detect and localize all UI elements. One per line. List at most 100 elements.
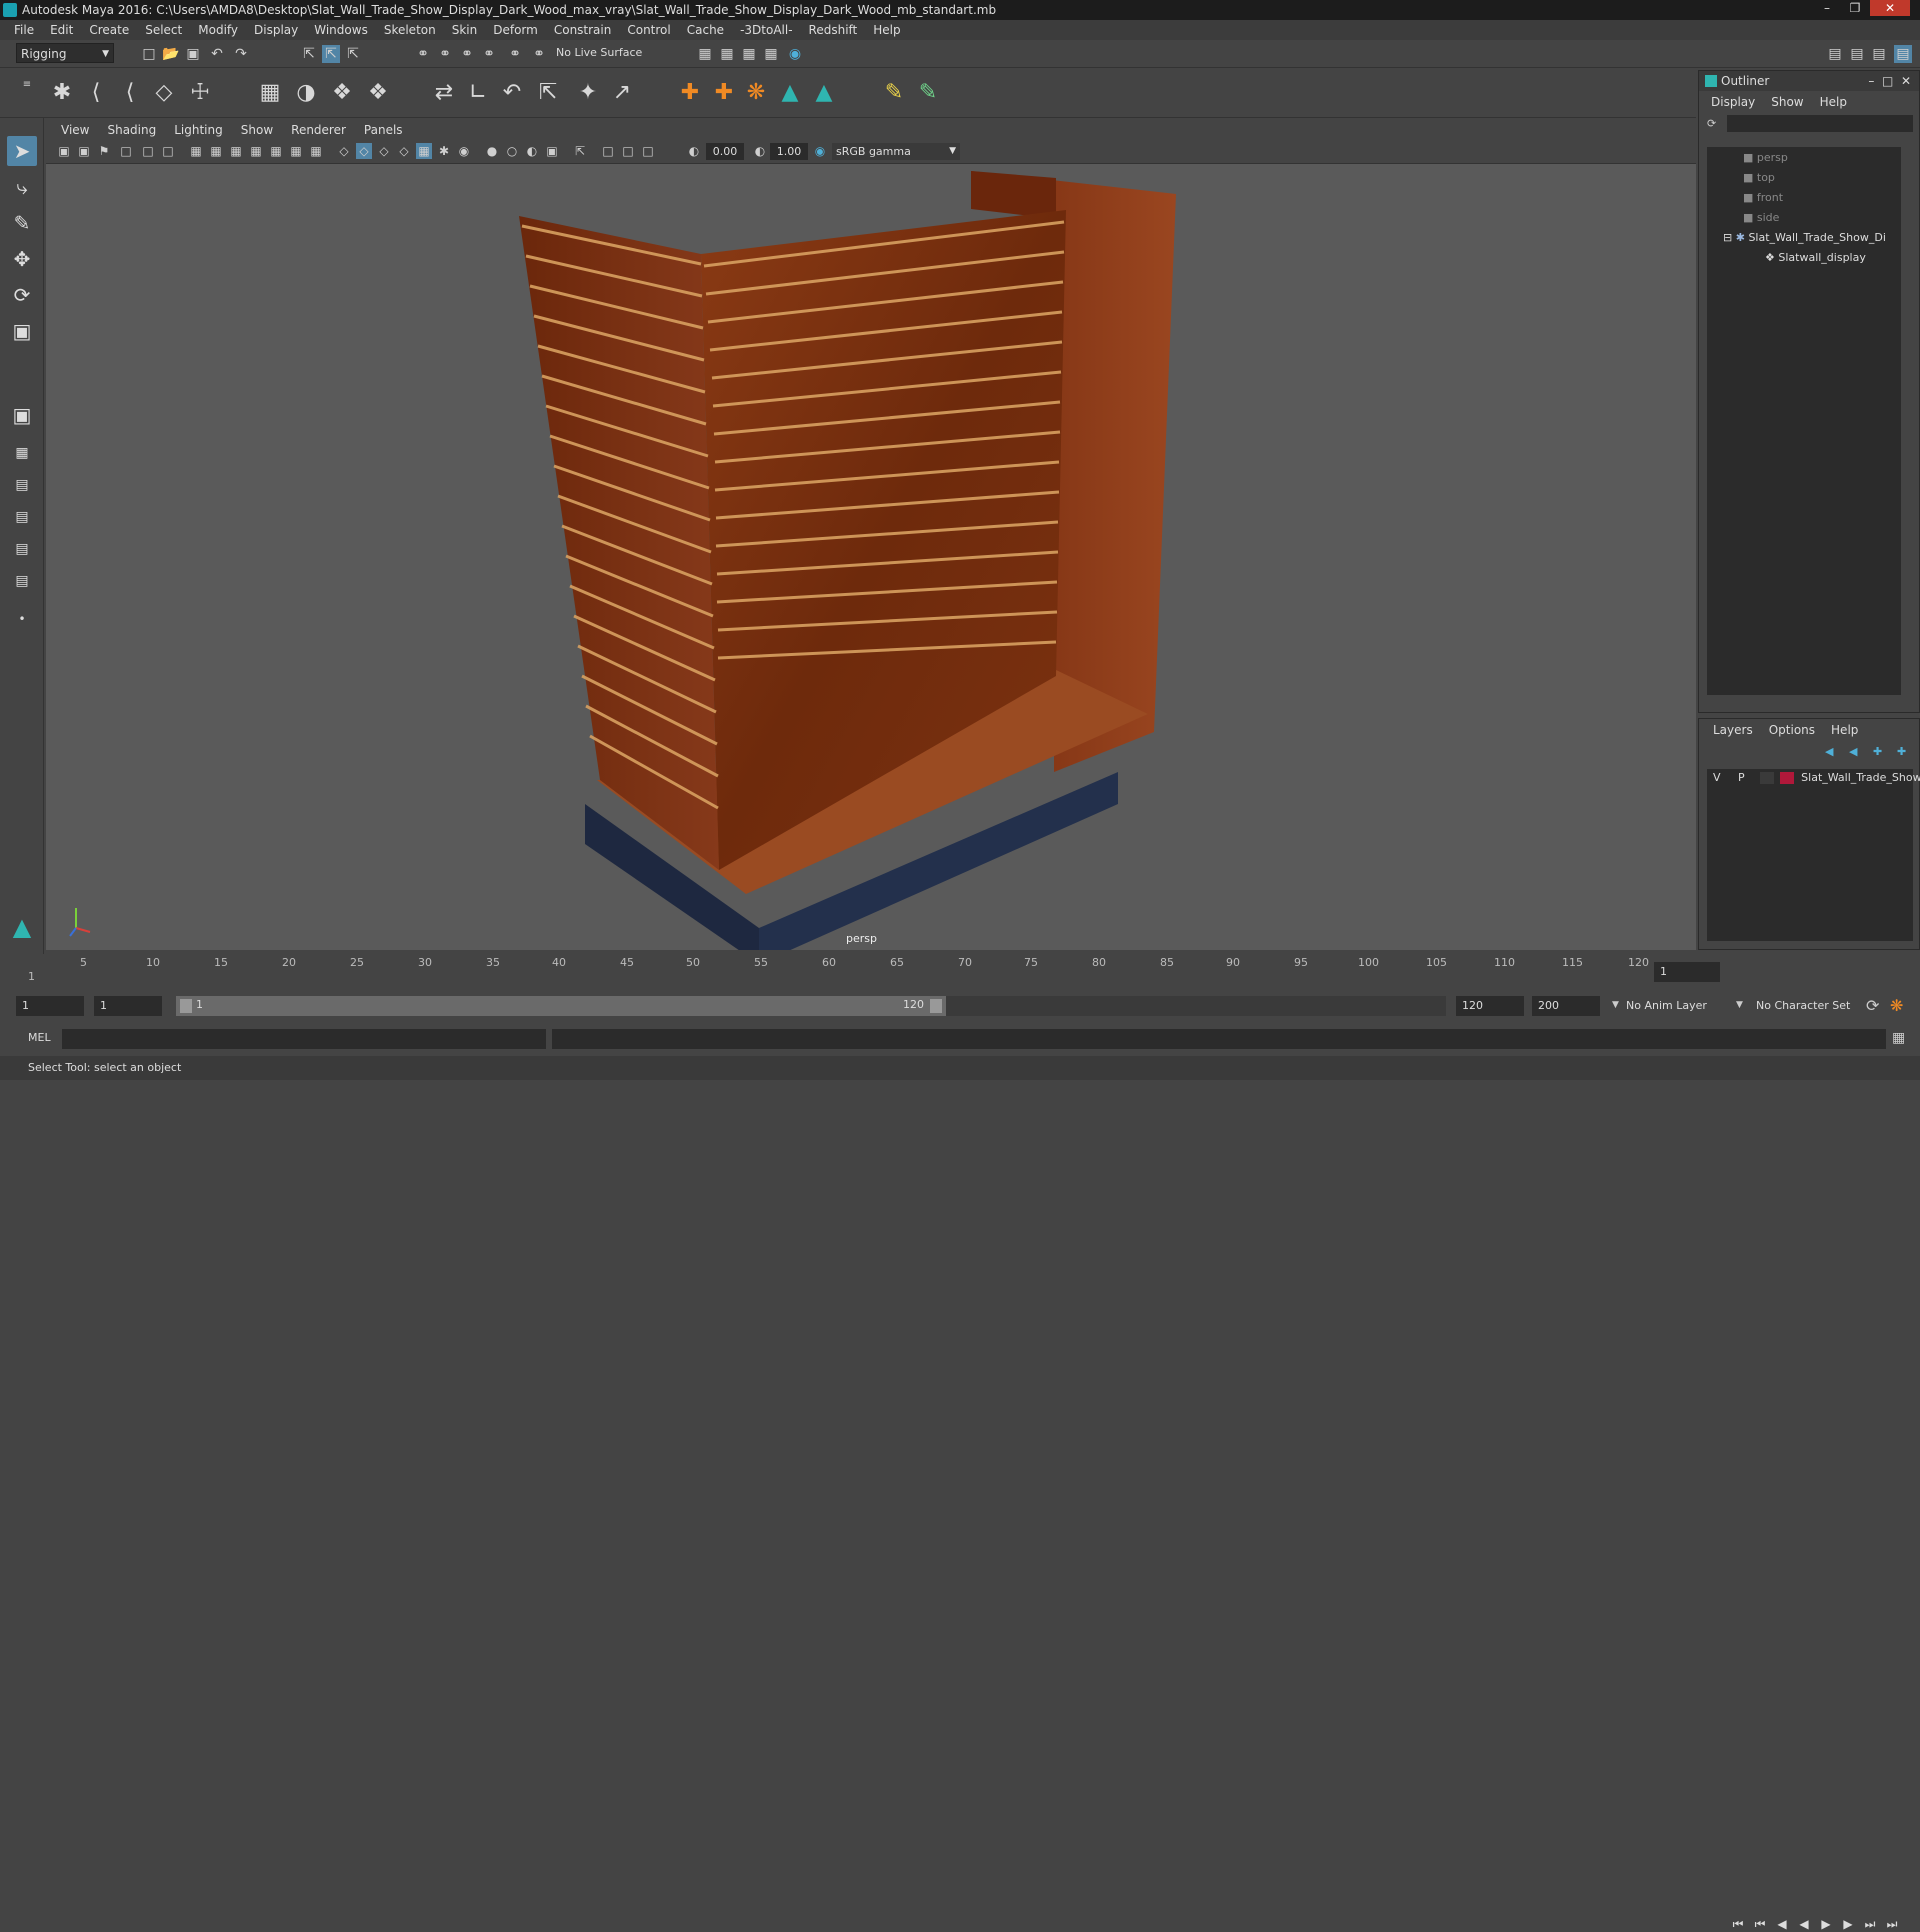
gamma-control-icon[interactable]: ◐ [752, 143, 768, 159]
modeling-toolkit-icon[interactable]: ▤ [1826, 45, 1844, 63]
time-slider[interactable]: 1 5 10 15 20 25 30 35 40 45 50 55 60 65 … [0, 954, 1920, 1931]
color-management-icon[interactable]: ◉ [812, 143, 828, 159]
two-view-icon[interactable]: ▤ [7, 470, 37, 500]
playback-end-field[interactable]: 120 [1456, 996, 1524, 1016]
step-forward-key-icon[interactable]: ⏭ [1862, 1916, 1878, 1932]
tool-settings-icon[interactable]: ▤ [1870, 45, 1888, 63]
xray-icon[interactable]: ◇ [356, 143, 372, 159]
auto-key-icon[interactable]: ⟳ [1866, 996, 1879, 1015]
snap-point-icon[interactable]: ⚭ [458, 45, 476, 63]
attribute-editor-icon[interactable]: ▤ [1848, 45, 1866, 63]
outliner-search-input[interactable] [1727, 115, 1913, 132]
outliner-menu-display[interactable]: Display [1711, 95, 1755, 109]
gate-mask-icon[interactable]: □ [160, 143, 176, 159]
menu-help[interactable]: Help [865, 20, 908, 40]
scale-tool-icon[interactable]: ▣ [7, 316, 37, 346]
resolution-gate-icon[interactable]: □ [140, 143, 156, 159]
layout-more-icon[interactable]: • [7, 604, 37, 634]
dof-icon[interactable]: ● [484, 143, 500, 159]
playback-start-field[interactable]: 1 [94, 996, 162, 1016]
menu-display[interactable]: Display [246, 20, 306, 40]
script-editor-icon[interactable]: ▦ [1892, 1030, 1905, 1046]
outliner-item-mesh[interactable]: ❖ Slatwall_display [1765, 249, 1866, 267]
vp-menu-show[interactable]: Show [232, 123, 282, 137]
snap-surface-icon[interactable]: ⚭ [506, 45, 524, 63]
outliner-item-side[interactable]: ■ side [1743, 209, 1779, 227]
menu-modify[interactable]: Modify [190, 20, 246, 40]
anim-prefs-icon[interactable]: ❋ [1890, 996, 1903, 1015]
backface-icon[interactable]: ◇ [396, 143, 412, 159]
outliner-menu-show[interactable]: Show [1771, 95, 1803, 109]
shadows-icon[interactable]: ▦ [308, 143, 324, 159]
menu-file[interactable]: File [6, 20, 42, 40]
wire-on-shaded-icon[interactable]: ▦ [248, 143, 264, 159]
paint-select-icon[interactable]: ✎ [7, 208, 37, 238]
menu-redshift[interactable]: Redshift [801, 20, 866, 40]
menu-edit[interactable]: Edit [42, 20, 81, 40]
outliner-tree[interactable]: ■ persp ■ top ■ front ■ side ⊟ ✱ Slat_Wa… [1707, 147, 1901, 695]
vp-menu-shading[interactable]: Shading [98, 123, 165, 137]
frame-selected-icon[interactable]: □ [620, 143, 636, 159]
range-start-handle[interactable] [180, 999, 192, 1013]
transparency-icon[interactable]: ▣ [544, 143, 560, 159]
persp-graph-icon[interactable]: ▤ [7, 534, 37, 564]
outliner-item-top[interactable]: ■ top [1743, 169, 1775, 187]
menu-deform[interactable]: Deform [485, 20, 546, 40]
vp-menu-view[interactable]: View [52, 123, 98, 137]
select-object-icon[interactable]: ⇱ [322, 45, 340, 63]
select-tool-icon[interactable]: ➤ [7, 136, 37, 166]
shelf-options-icon[interactable]: ≡ [18, 76, 36, 94]
persp-outliner-icon[interactable]: ▤ [7, 502, 37, 532]
wireframe-icon[interactable]: ▦ [208, 143, 224, 159]
hypershade-layout-icon[interactable]: ▤ [7, 566, 37, 596]
viewport-3d[interactable] [46, 164, 1696, 950]
ssao-icon[interactable]: ▦ [416, 143, 432, 159]
ik-fk-icon[interactable]: ✚ [710, 79, 738, 107]
snap-grid-icon[interactable]: ⚭ [414, 45, 432, 63]
menu-create[interactable]: Create [81, 20, 137, 40]
slatwall-display-model[interactable] [46, 164, 1696, 950]
insert-joint-icon[interactable]: ◇ [150, 79, 178, 107]
menu-windows[interactable]: Windows [306, 20, 376, 40]
start-time-field[interactable]: 1 [16, 996, 84, 1016]
redo-icon[interactable]: ↷ [232, 45, 250, 63]
render-view-icon[interactable]: ▦ [718, 45, 736, 63]
range-slider[interactable]: 1 120 [176, 996, 946, 1016]
single-view-icon[interactable]: ▣ [7, 400, 37, 430]
quick-rig-icon[interactable]: ✎ [914, 79, 942, 107]
hypershade-icon[interactable]: ◉ [786, 45, 804, 63]
cluster-icon[interactable]: ❖ [364, 79, 392, 107]
layer-ref-toggle[interactable] [1760, 772, 1775, 784]
menu-skin[interactable]: Skin [444, 20, 486, 40]
range-end-handle[interactable] [930, 999, 942, 1013]
exposure-field[interactable]: 0.00 [706, 143, 744, 160]
hik-character-icon[interactable]: ▲ [810, 79, 838, 107]
end-time-field[interactable]: 200 [1532, 996, 1600, 1016]
pole-vector-icon[interactable]: ↗ [608, 79, 636, 107]
layer-playback-toggle[interactable]: P [1738, 771, 1745, 784]
step-back-key-icon[interactable]: ⏮ [1752, 1916, 1768, 1932]
new-scene-icon[interactable]: □ [140, 45, 158, 63]
outliner-item-group[interactable]: ⊟ ✱ Slat_Wall_Trade_Show_Di [1723, 229, 1886, 247]
menuset-dropdown[interactable]: Rigging ▼ [16, 43, 114, 63]
xray-joints-icon[interactable]: ◇ [376, 143, 392, 159]
open-scene-icon[interactable]: 📂 [162, 45, 180, 63]
layer-visibility-toggle[interactable]: V [1713, 771, 1721, 784]
play-backward-icon[interactable]: ◀ [1796, 1916, 1812, 1932]
vp-menu-renderer[interactable]: Renderer [282, 123, 355, 137]
menu-constrain[interactable]: Constrain [546, 20, 620, 40]
move-tool-icon[interactable]: ✥ [7, 244, 37, 274]
layers-menu-layers[interactable]: Layers [1713, 723, 1753, 737]
orient-constraint-icon[interactable]: ↶ [498, 79, 526, 107]
point-constraint-icon[interactable]: ∟ [464, 79, 492, 107]
outliner-menu-help[interactable]: Help [1820, 95, 1847, 109]
anim-layer-dropdown[interactable]: No Anim Layer [1620, 996, 1740, 1016]
render-settings-icon[interactable]: ▦ [762, 45, 780, 63]
lattice-icon[interactable]: ❖ [328, 79, 356, 107]
textured-icon[interactable]: ▦ [268, 143, 284, 159]
outliner-window-controls[interactable]: – □ ✕ [1868, 71, 1911, 91]
layer-color-swatch[interactable] [1779, 772, 1794, 784]
paint-weights-icon[interactable]: ✎ [880, 79, 908, 107]
select-hierarchy-icon[interactable]: ⇱ [300, 45, 318, 63]
joint-tool-icon[interactable]: ✱ [48, 79, 76, 107]
